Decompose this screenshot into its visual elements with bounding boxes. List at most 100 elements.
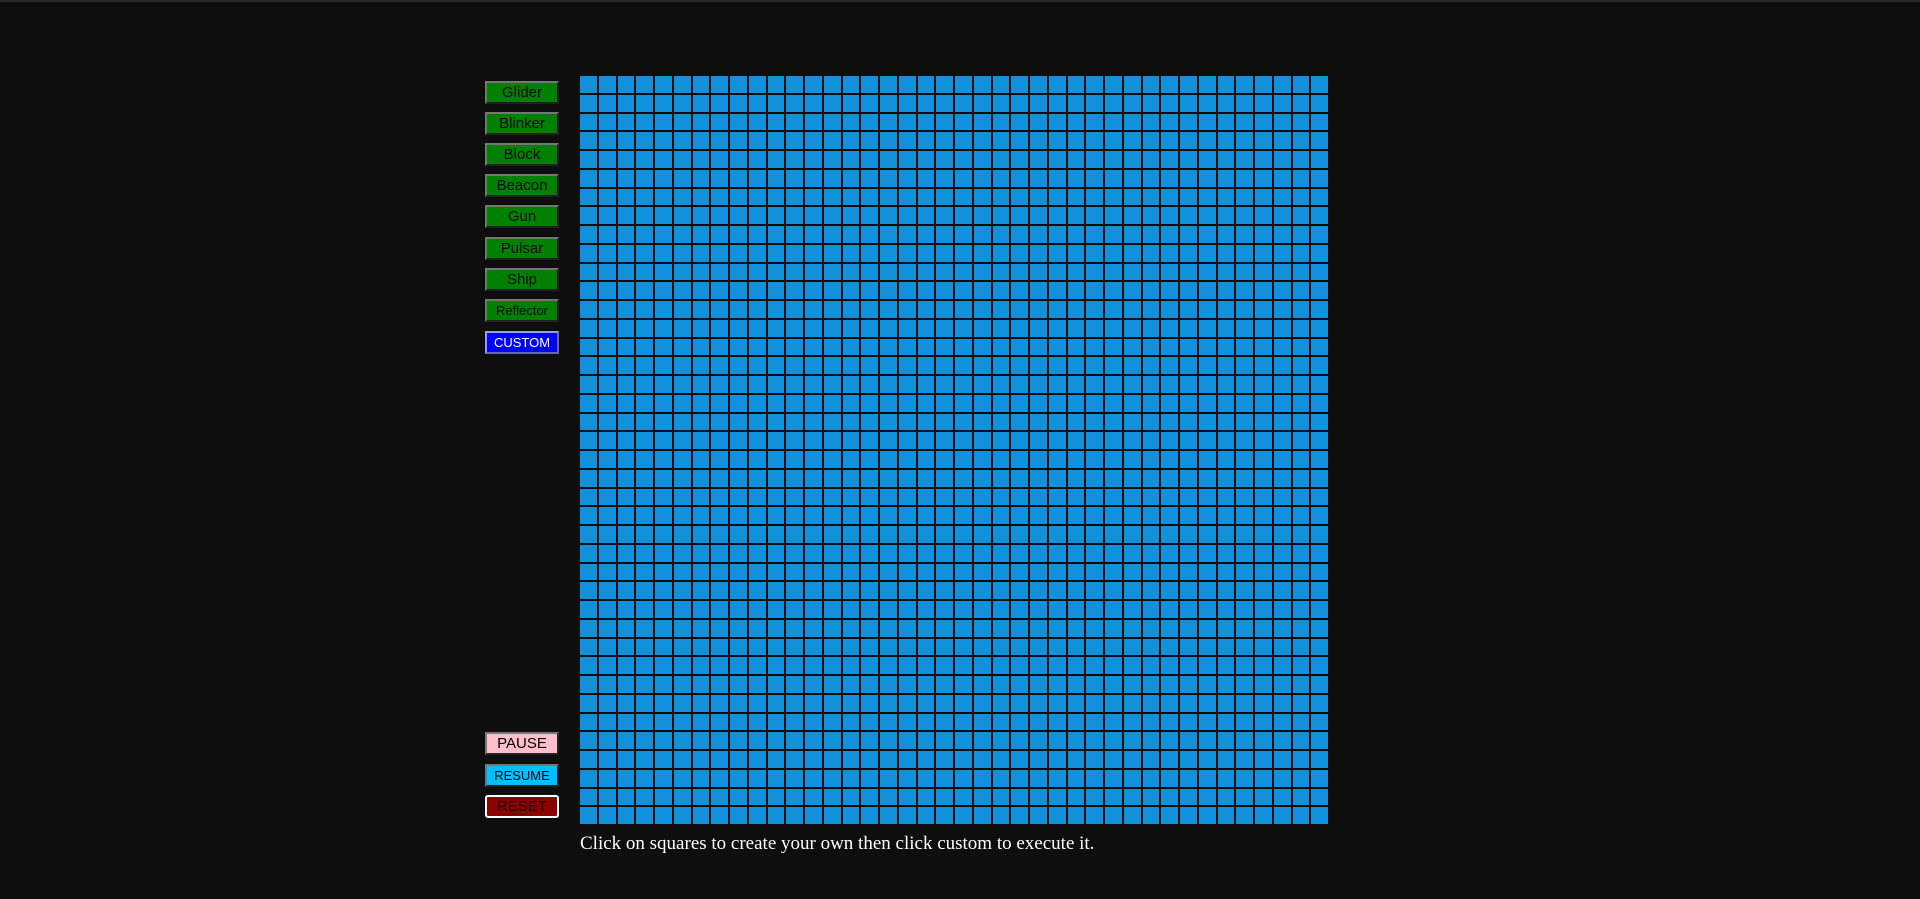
- grid-cell[interactable]: [673, 732, 691, 749]
- grid-cell[interactable]: [1011, 188, 1028, 206]
- grid-cell[interactable]: [1105, 676, 1122, 693]
- grid-cell[interactable]: [1048, 713, 1066, 731]
- grid-cell[interactable]: [992, 226, 1010, 243]
- grid-cell[interactable]: [767, 807, 785, 824]
- grid-cell[interactable]: [1273, 244, 1291, 262]
- grid-cell[interactable]: [1030, 676, 1047, 693]
- grid-cell[interactable]: [1142, 788, 1160, 806]
- grid-cell[interactable]: [598, 488, 616, 506]
- grid-cell[interactable]: [955, 376, 972, 393]
- grid-cell[interactable]: [1067, 132, 1085, 149]
- grid-cell[interactable]: [786, 732, 803, 749]
- grid-cell[interactable]: [898, 788, 916, 806]
- grid-cell[interactable]: [1311, 226, 1328, 243]
- grid-cell[interactable]: [1048, 638, 1066, 656]
- grid-cell[interactable]: [598, 94, 616, 112]
- grid-cell[interactable]: [1198, 751, 1216, 768]
- grid-cell[interactable]: [842, 694, 860, 712]
- grid-cell[interactable]: [955, 638, 972, 656]
- grid-cell[interactable]: [1311, 188, 1328, 206]
- grid-cell[interactable]: [1105, 301, 1122, 318]
- grid-cell[interactable]: [842, 376, 860, 393]
- grid-cell[interactable]: [1180, 676, 1197, 693]
- grid-cell[interactable]: [580, 169, 597, 187]
- grid-cell[interactable]: [1105, 113, 1122, 131]
- grid-cell[interactable]: [861, 94, 878, 112]
- grid-cell[interactable]: [1198, 582, 1216, 599]
- grid-cell[interactable]: [786, 132, 803, 149]
- grid-cell[interactable]: [1011, 713, 1028, 731]
- grid-cell[interactable]: [861, 807, 878, 824]
- grid-cell[interactable]: [1255, 638, 1272, 656]
- grid-cell[interactable]: [617, 76, 635, 93]
- grid-cell[interactable]: [580, 488, 597, 506]
- grid-cell[interactable]: [1030, 563, 1047, 581]
- grid-cell[interactable]: [842, 769, 860, 787]
- grid-cell[interactable]: [1311, 76, 1328, 93]
- grid-cell[interactable]: [636, 376, 653, 393]
- grid-cell[interactable]: [805, 151, 822, 168]
- grid-cell[interactable]: [786, 619, 803, 637]
- grid-cell[interactable]: [936, 263, 953, 281]
- grid-cell[interactable]: [880, 694, 897, 712]
- grid-cell[interactable]: [823, 601, 841, 618]
- grid-cell[interactable]: [992, 694, 1010, 712]
- grid-cell[interactable]: [730, 319, 747, 337]
- grid-cell[interactable]: [767, 151, 785, 168]
- grid-cell[interactable]: [1048, 357, 1066, 374]
- grid-cell[interactable]: [1086, 188, 1103, 206]
- grid-cell[interactable]: [636, 357, 653, 374]
- grid-cell[interactable]: [1236, 94, 1253, 112]
- grid-cell[interactable]: [1067, 563, 1085, 581]
- grid-cell[interactable]: [1161, 713, 1178, 731]
- grid-cell[interactable]: [861, 188, 878, 206]
- grid-cell[interactable]: [1123, 507, 1141, 524]
- grid-cell[interactable]: [673, 807, 691, 824]
- grid-cell[interactable]: [1030, 507, 1047, 524]
- grid-cell[interactable]: [580, 226, 597, 243]
- grid-cell[interactable]: [805, 432, 822, 449]
- grid-cell[interactable]: [861, 338, 878, 356]
- grid-cell[interactable]: [636, 619, 653, 637]
- grid-cell[interactable]: [636, 507, 653, 524]
- grid-cell[interactable]: [1311, 469, 1328, 487]
- grid-cell[interactable]: [748, 394, 766, 412]
- grid-cell[interactable]: [936, 76, 953, 93]
- grid-cell[interactable]: [692, 526, 710, 543]
- grid-cell[interactable]: [1067, 694, 1085, 712]
- grid-cell[interactable]: [1011, 694, 1028, 712]
- grid-cell[interactable]: [805, 488, 822, 506]
- grid-cell[interactable]: [748, 263, 766, 281]
- grid-cell[interactable]: [936, 451, 953, 468]
- grid-cell[interactable]: [655, 132, 672, 149]
- grid-cell[interactable]: [655, 357, 672, 374]
- grid-cell[interactable]: [992, 244, 1010, 262]
- grid-cell[interactable]: [880, 188, 897, 206]
- grid-cell[interactable]: [1180, 432, 1197, 449]
- grid-cell[interactable]: [1292, 357, 1310, 374]
- grid-cell[interactable]: [992, 807, 1010, 824]
- grid-cell[interactable]: [805, 394, 822, 412]
- grid-cell[interactable]: [636, 207, 653, 224]
- grid-cell[interactable]: [1236, 226, 1253, 243]
- grid-cell[interactable]: [580, 732, 597, 749]
- grid-cell[interactable]: [1273, 151, 1291, 168]
- grid-cell[interactable]: [1030, 132, 1047, 149]
- grid-cell[interactable]: [1292, 638, 1310, 656]
- grid-cell[interactable]: [748, 113, 766, 131]
- grid-cell[interactable]: [823, 488, 841, 506]
- grid-cell[interactable]: [992, 151, 1010, 168]
- grid-cell[interactable]: [917, 769, 935, 787]
- grid-cell[interactable]: [786, 469, 803, 487]
- grid-cell[interactable]: [955, 582, 972, 599]
- grid-cell[interactable]: [1123, 226, 1141, 243]
- grid-cell[interactable]: [898, 413, 916, 431]
- grid-cell[interactable]: [1217, 694, 1235, 712]
- grid-cell[interactable]: [580, 76, 597, 93]
- grid-cell[interactable]: [1067, 94, 1085, 112]
- grid-cell[interactable]: [1161, 807, 1178, 824]
- grid-cell[interactable]: [1030, 94, 1047, 112]
- grid-cell[interactable]: [1048, 694, 1066, 712]
- grid-cell[interactable]: [767, 413, 785, 431]
- grid-cell[interactable]: [1180, 151, 1197, 168]
